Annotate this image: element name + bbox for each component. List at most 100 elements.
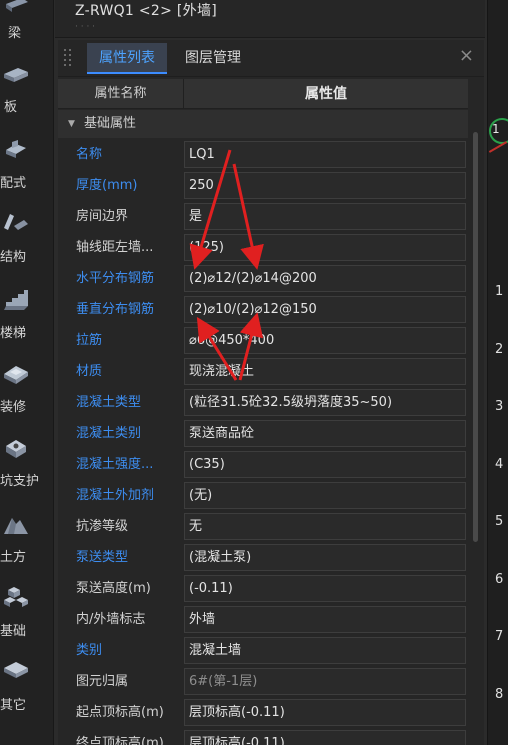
property-row[interactable]: 轴线距左墙... (125) [58, 232, 468, 263]
property-name: 抗渗等级 [76, 519, 129, 534]
toolbar-item-foundation[interactable]: 基础 [0, 578, 54, 653]
truncated-indicator: · · · · [75, 22, 96, 32]
scrollbar-thumb[interactable] [473, 132, 478, 542]
property-name: 泵送类型 [76, 550, 129, 565]
toolbar-item-label: 基础 [0, 624, 27, 639]
structure-icon [4, 214, 28, 230]
property-row[interactable]: 类别 混凝土墙 [58, 635, 468, 666]
panel-scrollbar[interactable] [472, 80, 480, 550]
property-value-field[interactable]: (2)⌀10/(2)⌀12@150 [184, 296, 466, 323]
property-name: 混凝土类别 [76, 426, 142, 441]
close-icon[interactable]: × [459, 45, 474, 66]
property-name: 终点顶标高(m) [76, 736, 164, 745]
toolbar-item-label: 梁 [8, 26, 22, 41]
toolbar-item-pit-support[interactable]: 坑支护 [0, 430, 54, 505]
toolbar-item-label: 结构 [0, 250, 27, 265]
property-row[interactable]: 起点顶标高(m) 层顶标高(-0.11) [58, 697, 468, 728]
toolbar-item-earthwork[interactable]: 土方 [0, 504, 54, 579]
axis-marker: 1 [489, 118, 508, 144]
left-toolbar: 梁 板 配式 结构 楼梯 装修 坑支护 土方 基础 其它 [0, 0, 54, 745]
property-value-field[interactable]: (-0.11) [184, 575, 466, 602]
property-value-field[interactable]: LQ1 [184, 141, 466, 168]
toolbar-item-other[interactable]: 其它 [0, 652, 54, 727]
tab-property-list[interactable]: 属性列表 [87, 43, 167, 74]
prefab-icon [6, 140, 26, 158]
row-number: 4 [495, 456, 504, 472]
foundation-icon [4, 587, 28, 607]
property-row[interactable]: 泵送高度(m) (-0.11) [58, 573, 468, 604]
property-value-field[interactable]: 是 [184, 203, 466, 230]
property-row[interactable]: 图元归属 6#(第-1层) [58, 666, 468, 697]
property-value-field[interactable]: 混凝土墙 [184, 637, 466, 664]
right-side-strip: 1 1 2 3 4 5 6 7 8 [487, 0, 508, 745]
property-name: 名称 [76, 147, 103, 162]
row-number: 3 [495, 399, 504, 414]
toolbar-item-label: 坑支护 [0, 474, 40, 489]
property-row[interactable]: 抗渗等级 无 [58, 511, 468, 542]
property-name: 材质 [76, 364, 103, 379]
property-row[interactable]: 混凝土类别 泵送商品砼 [58, 418, 468, 449]
toolbar-item-structure[interactable]: 结构 [0, 208, 54, 283]
property-name: 轴线距左墙... [76, 240, 154, 255]
row-number: 8 [495, 686, 504, 702]
panel-tabbar: 属性列表 图层管理 × [58, 40, 484, 77]
property-value-field[interactable]: (125) [184, 234, 466, 261]
toolbar-item-label: 装修 [0, 400, 27, 415]
decoration-icon [4, 366, 28, 384]
property-value-field[interactable]: (2)⌀12/(2)⌀14@200 [184, 265, 466, 292]
toolbar-item-label: 配式 [0, 176, 27, 191]
drag-handle-icon[interactable] [64, 49, 74, 67]
property-name: 类别 [76, 643, 103, 658]
toolbar-item-slab[interactable]: 板 [0, 60, 54, 135]
property-row[interactable]: 混凝土强度... (C35) [58, 449, 468, 480]
toolbar-item-decoration[interactable]: 装修 [0, 356, 54, 431]
property-value-field[interactable]: (C35) [184, 451, 466, 478]
property-name: 厚度(mm) [76, 178, 138, 193]
property-row[interactable]: 名称 LQ1 [58, 139, 468, 170]
row-number: 2 [495, 341, 504, 357]
toolbar-item-stairs[interactable]: 楼梯 [0, 282, 54, 357]
property-value-field[interactable]: 泵送商品砼 [184, 420, 466, 447]
slab-icon [4, 68, 28, 82]
element-header: Z-RWQ1 <2> [外墙] · · · · [55, 0, 485, 38]
property-value-field[interactable]: ⌀6@450*400 [184, 327, 466, 354]
property-row[interactable]: 垂直分布钢筋 (2)⌀10/(2)⌀12@150 [58, 294, 468, 325]
property-value-field[interactable]: 无 [184, 513, 466, 540]
property-row[interactable]: 厚度(mm) 250 [58, 170, 468, 201]
property-value-field[interactable]: 外墙 [184, 606, 466, 633]
property-row[interactable]: 水平分布钢筋 (2)⌀12/(2)⌀14@200 [58, 263, 468, 294]
property-value-field[interactable]: 层顶标高(-0.11) [184, 699, 466, 726]
property-value-field[interactable]: 现浇混凝土 [184, 358, 466, 385]
toolbar-item-prefab[interactable]: 配式 [0, 134, 54, 209]
property-row[interactable]: 材质 现浇混凝土 [58, 356, 468, 387]
property-value-field[interactable]: (无) [184, 482, 466, 509]
property-name: 垂直分布钢筋 [76, 302, 155, 317]
row-number: 6 [495, 571, 504, 587]
property-value-field[interactable]: (混凝土泵) [184, 544, 466, 571]
property-row[interactable]: 泵送类型 (混凝土泵) [58, 542, 468, 573]
property-row[interactable]: 混凝土外加剂 (无) [58, 480, 468, 511]
property-group-basic[interactable]: ▼ 基础属性 [58, 110, 468, 138]
property-row[interactable]: 房间边界 是 [58, 201, 468, 232]
property-name: 混凝土外加剂 [76, 488, 155, 503]
property-row[interactable]: 内/外墙标志 外墙 [58, 604, 468, 635]
stairs-icon [4, 290, 28, 310]
property-name: 混凝土强度... [76, 457, 154, 472]
property-row[interactable]: 混凝土类型 (粒径31.5砼32.5级坍落度35~50) [58, 387, 468, 418]
row-number: 1 [495, 284, 504, 299]
property-row[interactable]: 拉筋 ⌀6@450*400 [58, 325, 468, 356]
axis-marker-label: 1 [492, 122, 500, 136]
other-icon [4, 662, 28, 678]
property-value-field[interactable]: (粒径31.5砼32.5级坍落度35~50) [184, 389, 466, 416]
property-value-field[interactable]: 250 [184, 172, 466, 199]
column-header-name: 属性名称 [58, 79, 184, 109]
toolbar-item-label: 土方 [0, 550, 27, 565]
property-value-field[interactable]: 层顶标高(-0.11) [184, 730, 466, 745]
property-row[interactable]: 终点顶标高(m) 层顶标高(-0.11) [58, 728, 468, 745]
toolbar-item-label: 板 [4, 100, 18, 115]
tab-layer-management[interactable]: 图层管理 [173, 43, 253, 74]
property-name: 拉筋 [76, 333, 103, 348]
element-title: Z-RWQ1 <2> [外墙] [75, 3, 218, 19]
collapse-arrow-icon[interactable]: ▼ [68, 110, 75, 138]
property-value-field[interactable]: 6#(第-1层) [184, 668, 466, 695]
